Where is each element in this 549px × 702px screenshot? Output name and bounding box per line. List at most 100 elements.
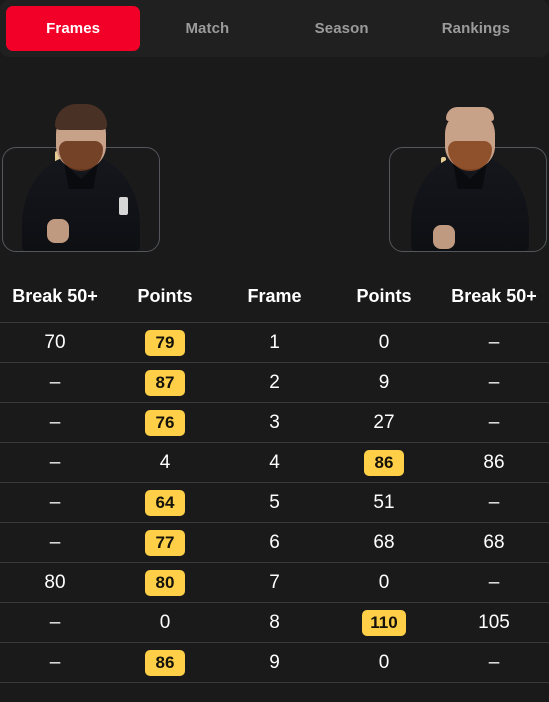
- cell-value: 68: [483, 531, 505, 553]
- cell-value: 70: [44, 331, 66, 353]
- cell-points-left: 4: [110, 443, 220, 482]
- cell-frame-number: 5: [220, 483, 329, 522]
- cell-points-right: 86: [329, 443, 439, 482]
- cell-value: 0: [378, 331, 390, 353]
- cell-points-right: 0: [329, 563, 439, 602]
- table-row[interactable]: – 4 4 86 86: [0, 443, 549, 483]
- hair-shape: [446, 107, 494, 121]
- cell-value: 4: [269, 451, 280, 473]
- frames-table: Break 50+ Points Frame Points Break 50+ 70 79…: [0, 271, 549, 683]
- cell-frame-number: 1: [220, 323, 329, 362]
- cell-value: 86: [483, 451, 505, 473]
- cell-value: 9: [378, 371, 390, 393]
- tab-season[interactable]: Season: [275, 6, 409, 51]
- cell-points-left: 64: [110, 483, 220, 522]
- break-badge: 79: [145, 329, 185, 356]
- table-row[interactable]: 80 80 7 0 –: [0, 563, 549, 603]
- hair-shape: [55, 104, 107, 130]
- beard-shape: [448, 141, 492, 171]
- cell-value: 3: [269, 411, 280, 433]
- break-badge: 86: [145, 649, 185, 676]
- column-header-3: Points: [356, 286, 412, 306]
- player-right-head: [445, 107, 495, 171]
- cell-points-right: 9: [329, 363, 439, 402]
- cell-frame-number: 4: [220, 443, 329, 482]
- table-row[interactable]: 70 79 1 0 –: [0, 323, 549, 363]
- cell-break-right: –: [439, 363, 549, 402]
- cell-points-left: 79: [110, 323, 220, 362]
- table-header-row: Break 50+ Points Frame Points Break 50+: [0, 271, 549, 323]
- cell-break-right: –: [439, 403, 549, 442]
- player-right-photo: [400, 91, 540, 251]
- cell-value: 80: [44, 571, 66, 593]
- table-row[interactable]: – 87 2 9 –: [0, 363, 549, 403]
- tab-match[interactable]: Match: [140, 6, 274, 51]
- cell-value: –: [488, 491, 500, 513]
- table-row[interactable]: – 86 9 0 –: [0, 643, 549, 683]
- break-badge: 86: [364, 449, 404, 476]
- cell-break-left: –: [0, 603, 110, 642]
- cell-value: 0: [378, 651, 390, 673]
- cell-points-right: 51: [329, 483, 439, 522]
- table-row[interactable]: – 76 3 27 –: [0, 403, 549, 443]
- cell-value: 1: [269, 331, 280, 353]
- cell-points-right: 27: [329, 403, 439, 442]
- cell-break-right: –: [439, 563, 549, 602]
- player-left-head: [55, 104, 107, 171]
- player-left-card: [2, 104, 160, 252]
- cell-value: 27: [373, 411, 395, 433]
- player-right-card: [389, 107, 547, 252]
- cell-break-left: 70: [0, 323, 110, 362]
- table-row[interactable]: – 77 6 68 68: [0, 523, 549, 563]
- beard-shape: [59, 141, 103, 171]
- cell-frame-number: 9: [220, 643, 329, 682]
- cell-value: 68: [373, 531, 395, 553]
- table-row[interactable]: – 0 8 110 105: [0, 603, 549, 643]
- cell-frame-number: 3: [220, 403, 329, 442]
- break-badge: 110: [362, 609, 406, 636]
- cell-value: –: [488, 651, 500, 673]
- column-header-1: Points: [137, 286, 193, 306]
- cell-points-left: 76: [110, 403, 220, 442]
- cell-break-left: –: [0, 643, 110, 682]
- tab-frames[interactable]: Frames: [6, 6, 141, 51]
- cell-break-right: 86: [439, 443, 549, 482]
- cell-points-left: 80: [110, 563, 220, 602]
- players-section: [0, 57, 549, 271]
- cue-stick-icon: [55, 151, 60, 235]
- cell-break-right: –: [439, 323, 549, 362]
- sponsor-patch: [119, 197, 128, 215]
- cell-break-left: –: [0, 403, 110, 442]
- cell-value: –: [488, 371, 500, 393]
- column-header-4: Break 50+: [451, 286, 537, 306]
- player-right-hand: [433, 225, 455, 249]
- break-badge: 80: [145, 569, 185, 596]
- cell-value: 6: [269, 531, 280, 553]
- cell-break-right: 68: [439, 523, 549, 562]
- collar-shape: [64, 163, 98, 189]
- cell-break-right: 105: [439, 603, 549, 642]
- cell-value: –: [488, 411, 500, 433]
- cell-points-left: 86: [110, 643, 220, 682]
- cell-value: –: [49, 531, 61, 553]
- cell-break-left: 80: [0, 563, 110, 602]
- cell-value: 4: [159, 451, 171, 473]
- tab-rankings[interactable]: Rankings: [409, 6, 543, 51]
- collar-shape: [453, 163, 487, 189]
- cell-break-left: –: [0, 363, 110, 402]
- cell-value: 9: [269, 651, 280, 673]
- cell-value: –: [49, 611, 61, 633]
- break-badge: 76: [145, 409, 185, 436]
- cell-value: 0: [378, 571, 390, 593]
- cell-points-right: 0: [329, 643, 439, 682]
- break-badge: 77: [145, 529, 185, 556]
- cell-break-left: –: [0, 483, 110, 522]
- break-badge: 64: [145, 489, 185, 516]
- cell-frame-number: 6: [220, 523, 329, 562]
- cell-points-right: 110: [329, 603, 439, 642]
- player-left-hand: [47, 219, 69, 243]
- column-header-0: Break 50+: [12, 286, 98, 306]
- table-row[interactable]: – 64 5 51 –: [0, 483, 549, 523]
- cell-points-left: 87: [110, 363, 220, 402]
- cell-value: 2: [269, 371, 280, 393]
